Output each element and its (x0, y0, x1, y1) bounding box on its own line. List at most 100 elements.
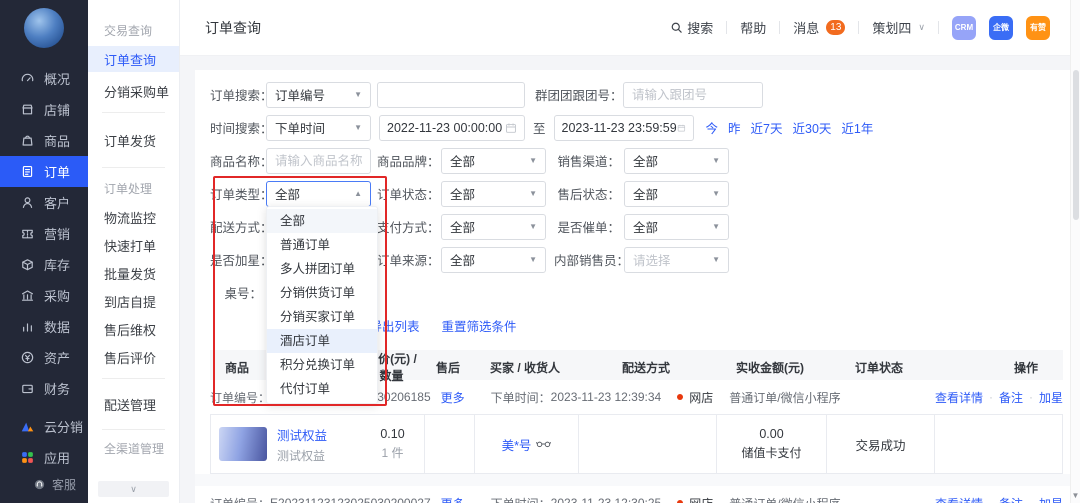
nav-item-logistics-monitor[interactable]: 物流监控 (88, 204, 179, 230)
sidebar-item-orders[interactable]: 订单 (0, 156, 88, 187)
group-gap (195, 474, 1080, 486)
select-value: 全部 (633, 217, 658, 236)
product-thumbnail[interactable] (219, 427, 267, 461)
order-search-type-select[interactable]: 订单编号 ▼ (266, 82, 371, 108)
sidebar-item-overview[interactable]: 概况 (0, 63, 88, 94)
more-link[interactable]: 更多 (441, 495, 465, 503)
sidebar-item-cloud-distribution[interactable]: 云分销 (0, 411, 88, 442)
view-detail-link[interactable]: 查看详情 (935, 495, 983, 503)
help-button[interactable]: 帮助 (740, 18, 766, 37)
internal-sales-select[interactable]: 请选择▼ (624, 247, 729, 273)
qiwei-app-icon[interactable]: 企微 (989, 16, 1013, 40)
dropdown-option[interactable]: 积分兑换订单 (267, 353, 377, 377)
remark-link[interactable]: 备注 (999, 389, 1023, 406)
quick-link-7days[interactable]: 近7天 (751, 118, 783, 137)
search-button[interactable]: 搜索 (670, 18, 713, 37)
nav-item-aftersale-rights[interactable]: 售后维权 (88, 316, 179, 342)
sidebar-collapse-bar[interactable]: ∨ (98, 481, 169, 497)
aftersale-status-select[interactable]: 全部▼ (624, 181, 729, 207)
order-status: 交易成功 (855, 435, 905, 454)
chevron-down-icon: ▼ (712, 222, 720, 231)
calendar-icon (677, 122, 686, 134)
reset-filters-link[interactable]: 重置筛选条件 (442, 316, 517, 335)
youzan-app-icon[interactable]: 有赞 (1026, 16, 1050, 40)
messages-count-badge: 13 (826, 20, 845, 35)
crm-app-icon[interactable]: CRM (952, 16, 976, 40)
nav-item-aftersale-review[interactable]: 售后评价 (88, 344, 179, 370)
filter-row-order-search: 订单搜索： 订单编号 ▼ 群团团跟团号： (210, 78, 1063, 111)
date-to-picker[interactable]: 2023-11-23 23:59:59 (554, 115, 694, 141)
remark-link[interactable]: 备注 (999, 495, 1023, 503)
sidebar-item-data[interactable]: 数据 (0, 311, 88, 342)
nav-item-distribution-purchase[interactable]: 分销采购单 (88, 78, 179, 104)
select-value: 全部 (450, 217, 475, 236)
user-menu[interactable]: 策划四 ∨ (872, 18, 925, 37)
star-link[interactable]: 加星 (1039, 389, 1063, 406)
chevron-down-icon: ▼ (712, 156, 720, 165)
nav-item-delivery-management[interactable]: 配送管理 (88, 391, 179, 417)
chevron-down-icon: ∨ (130, 484, 137, 495)
sidebar-item-marketing[interactable]: 营销 (0, 218, 88, 249)
sidebar-item-finance[interactable]: 财务 (0, 373, 88, 404)
brand-select[interactable]: 全部▼ (441, 148, 546, 174)
buyer-name-link[interactable]: 美*号 (502, 435, 532, 454)
product-price: 0.10 (380, 427, 404, 441)
user-name: 策划四 (872, 18, 911, 37)
order-status-select[interactable]: 全部▼ (441, 181, 546, 207)
sidebar-item-shop[interactable]: 店铺 (0, 94, 88, 125)
filter-label: 群团团跟团号： (535, 85, 619, 104)
dropdown-option[interactable]: 酒店订单 (267, 329, 377, 353)
chevron-down-icon: ▼ (529, 156, 537, 165)
sidebar-item-customers[interactable]: 客户 (0, 187, 88, 218)
vertical-scrollbar[interactable]: ▼ (1070, 0, 1080, 503)
group-number-input[interactable] (623, 82, 763, 108)
sidebar-item-service[interactable]: 客服 (0, 473, 88, 495)
nav-item-order-shipping[interactable]: 订单发货 (88, 127, 179, 153)
sidebar-item-inventory[interactable]: 库存 (0, 249, 88, 280)
sidebar-item-procurement[interactable]: 采购 (0, 280, 88, 311)
time-type-select[interactable]: 下单时间 ▼ (266, 115, 371, 141)
nav-item-batch-ship[interactable]: 批量发货 (88, 260, 179, 286)
sales-channel-select[interactable]: 全部▼ (624, 148, 729, 174)
pay-method-select[interactable]: 全部▼ (441, 214, 546, 240)
order-search-input[interactable] (377, 82, 525, 108)
scrollbar-thumb[interactable] (1073, 70, 1079, 220)
view-detail-link[interactable]: 查看详情 (935, 389, 983, 406)
nav-item-store-pickup[interactable]: 到店自提 (88, 288, 179, 314)
urge-order-select[interactable]: 全部 ▼ (624, 214, 729, 240)
product-name-input[interactable] (266, 148, 371, 174)
sidebar-item-assets[interactable]: 资产 (0, 342, 88, 373)
dropdown-option[interactable]: 多人拼团订单 (267, 257, 377, 281)
topbar: 订单查询 搜索 帮助 消息 13 策划四 ∨ CRM (180, 0, 1080, 56)
sidebar-item-label: 采购 (44, 286, 70, 305)
separator: · (1029, 390, 1033, 404)
date-from-picker[interactable]: 2022-11-23 00:00:00 (379, 115, 525, 141)
col-header-amount: 实收金额(元) (715, 359, 825, 376)
order-source-select[interactable]: 全部▼ (441, 247, 546, 273)
quick-link-30days[interactable]: 近30天 (793, 118, 832, 137)
quick-link-1year[interactable]: 近1年 (841, 118, 873, 137)
more-link[interactable]: 更多 (441, 389, 465, 406)
messages-button[interactable]: 消息 13 (793, 18, 845, 37)
dropdown-option[interactable]: 分销买家订单 (267, 305, 377, 329)
scrollbar-down-arrow-icon[interactable]: ▼ (1071, 491, 1080, 500)
dropdown-option[interactable]: 全部 (267, 209, 377, 233)
sidebar-item-apps[interactable]: 应用 (0, 442, 88, 473)
store-avatar[interactable] (24, 8, 64, 48)
star-link[interactable]: 加星 (1039, 495, 1063, 503)
sidebar-item-goods[interactable]: 商品 (0, 125, 88, 156)
bag-icon (20, 133, 35, 148)
divider (858, 21, 859, 34)
dropdown-option[interactable]: 代付订单 (267, 377, 377, 401)
nav-item-quick-print[interactable]: 快速打单 (88, 232, 179, 258)
cloud-distribution-icon (20, 419, 35, 434)
sidebar-item-label: 客服 (52, 476, 76, 493)
nav-item-order-query[interactable]: 订单查询 (88, 46, 179, 72)
quick-link-yesterday[interactable]: 昨 (728, 118, 741, 137)
dropdown-option[interactable]: 分销供货订单 (267, 281, 377, 305)
product-name-link[interactable]: 测试权益 (277, 425, 327, 444)
order-type-select[interactable]: 全部▲ (266, 181, 371, 207)
dropdown-option[interactable]: 普通订单 (267, 233, 377, 257)
quick-link-today[interactable]: 今 (706, 118, 719, 137)
order-channel: 网店 (689, 495, 713, 503)
